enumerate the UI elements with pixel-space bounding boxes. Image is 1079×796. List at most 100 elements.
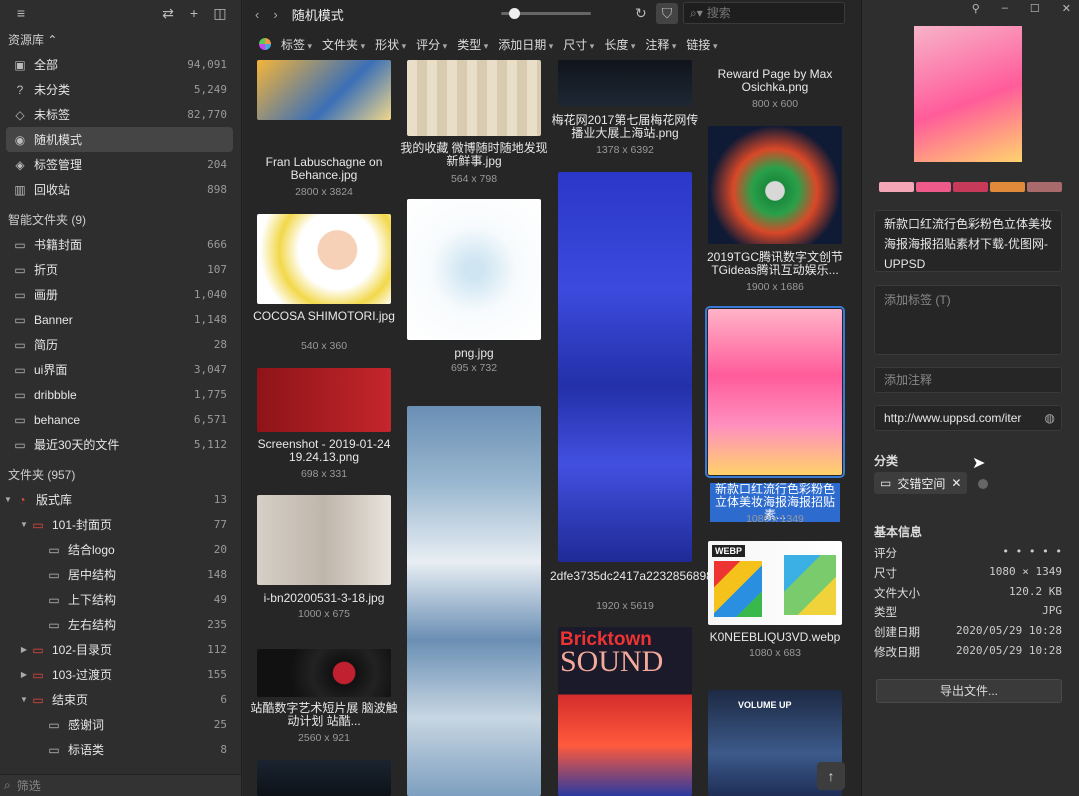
thumbnail-size-slider[interactable] xyxy=(501,8,591,19)
folder-item[interactable]: ▭ 左右结构 235 xyxy=(0,612,241,637)
filter-dropdown[interactable]: 注释 xyxy=(645,36,676,53)
smart-folder-item[interactable]: ▭ ui界面 3,047 xyxy=(0,357,241,382)
folder-item[interactable]: ▼ ◔ 版式库 13 xyxy=(0,487,241,512)
smart-folder-item[interactable]: ▭ 书籍封面 666 xyxy=(0,232,241,257)
thumbnail-selected[interactable] xyxy=(705,306,845,478)
info-value[interactable]: • • • • • xyxy=(1002,545,1062,561)
thumbnail[interactable] xyxy=(257,368,391,432)
scroll-to-top-button[interactable]: ↑ xyxy=(817,762,845,790)
sidebar-item-count: 898 xyxy=(207,183,227,196)
sidebar-item[interactable]: ◉ 随机模式 xyxy=(6,127,233,152)
smart-folders-header[interactable]: 智能文件夹 (9) xyxy=(0,206,241,232)
sync-icon[interactable]: ⇄ xyxy=(155,5,181,22)
back-icon[interactable]: ‹ xyxy=(255,7,259,22)
filter-list: 标签文件夹形状评分类型添加日期尺寸长度注释链接 xyxy=(281,36,717,53)
folders-header[interactable]: 文件夹 (957) xyxy=(0,461,241,487)
folder-item[interactable]: ▶ ▭ 102-目录页 112 xyxy=(0,637,241,662)
filter-icon[interactable]: ⛉ xyxy=(656,3,678,24)
thumbnail[interactable] xyxy=(257,60,391,120)
thumbnail[interactable] xyxy=(257,649,391,697)
export-button[interactable]: 导出文件... xyxy=(876,679,1062,703)
pin-icon[interactable]: ⚲ xyxy=(972,2,980,15)
toggle-icon[interactable]: ▶ xyxy=(18,645,30,654)
thumbnail[interactable] xyxy=(257,495,391,585)
note-field[interactable]: 添加注释 xyxy=(874,367,1062,393)
folder-item[interactable]: ▼ ▭ 101-封面页 77 xyxy=(0,512,241,537)
folder-item[interactable]: ▭ 感谢词 25 xyxy=(0,712,241,737)
slider-handle[interactable] xyxy=(509,8,520,19)
url-field[interactable]: http://www.uppsd.com/iter ◍ xyxy=(874,405,1062,431)
folder-item[interactable]: ▭ 上下结构 49 xyxy=(0,587,241,612)
folder-item[interactable]: ▭ 标语类 8 xyxy=(0,737,241,762)
palette-swatch[interactable] xyxy=(916,182,951,192)
sidebar-item[interactable]: ◇ 未标签 82,770 xyxy=(0,102,241,127)
thumbnail[interactable] xyxy=(407,199,541,340)
sidebar-item[interactable]: ◈ 标签管理 204 xyxy=(0,152,241,177)
library-header[interactable]: 资源库 ⌃ xyxy=(0,26,241,52)
category-chip[interactable]: ▭ 交错空间 ✕ xyxy=(874,472,968,494)
thumbnail[interactable] xyxy=(407,406,541,796)
add-category-icon[interactable] xyxy=(978,479,988,489)
thumbnail[interactable]: WEBP xyxy=(708,541,842,625)
folder-item[interactable]: ▶ ▭ 103-过渡页 155 xyxy=(0,662,241,687)
thumbnail[interactable] xyxy=(558,172,692,562)
thumbnail[interactable] xyxy=(708,126,842,244)
smart-folder-item[interactable]: ▭ dribbble 1,775 xyxy=(0,382,241,407)
filter-dropdown[interactable]: 类型 xyxy=(457,36,488,53)
smart-folder-item[interactable]: ▭ Banner 1,148 xyxy=(0,307,241,332)
sidebar-item[interactable]: ▣ 全部 94,091 xyxy=(0,52,241,77)
filter-dropdown[interactable]: 链接 xyxy=(686,36,717,53)
forward-icon[interactable]: › xyxy=(273,7,277,22)
add-icon[interactable]: + xyxy=(181,5,207,21)
filter-dropdown[interactable]: 添加日期 xyxy=(498,36,553,53)
sidebar-item[interactable]: ? 未分类 5,249 xyxy=(0,77,241,102)
filter-dropdown[interactable]: 尺寸 xyxy=(563,36,594,53)
filter-dropdown[interactable]: 评分 xyxy=(416,36,447,53)
remove-icon[interactable]: ✕ xyxy=(951,476,961,490)
image-preview[interactable] xyxy=(914,26,1022,162)
thumbnail[interactable]: Bricktown SOUND xyxy=(558,627,692,796)
color-filter-icon[interactable] xyxy=(259,38,271,50)
minimize-icon[interactable]: – xyxy=(1002,2,1008,15)
search-box[interactable]: ⌕▾ xyxy=(683,2,845,24)
toggle-icon[interactable]: ▼ xyxy=(18,520,30,529)
thumbnail[interactable] xyxy=(558,60,692,106)
smart-folder-item[interactable]: ▭ 简历 28 xyxy=(0,332,241,357)
folder-item[interactable]: ▼ ▭ 结束页 6 xyxy=(0,687,241,712)
thumbnail[interactable] xyxy=(257,214,391,304)
folder-item[interactable]: ▭ 居中结构 148 xyxy=(0,562,241,587)
toggle-icon[interactable]: ▶ xyxy=(18,670,30,679)
layout-toggle-icon[interactable]: ◫ xyxy=(207,5,233,22)
item-dimensions: 540 x 360 xyxy=(300,340,348,352)
palette-swatch[interactable] xyxy=(879,182,914,192)
palette-swatch[interactable] xyxy=(953,182,988,192)
search-input[interactable] xyxy=(706,6,817,20)
filter-dropdown[interactable]: 标签 xyxy=(281,36,312,53)
menu-icon[interactable]: ≡ xyxy=(8,5,34,21)
smart-folder-item[interactable]: ▭ 画册 1,040 xyxy=(0,282,241,307)
smart-folder-item[interactable]: ▭ 折页 107 xyxy=(0,257,241,282)
item-caption: 2dfe3735dc2417a2232856898ec54168a91149..… xyxy=(550,569,809,583)
filter-input[interactable]: 筛选 xyxy=(17,777,41,794)
filter-dropdown[interactable]: 文件夹 xyxy=(322,36,365,53)
maximize-icon[interactable]: ☐ xyxy=(1030,2,1040,15)
thumbnail[interactable] xyxy=(407,60,541,136)
toggle-icon[interactable]: ▼ xyxy=(18,695,30,704)
info-value: JPG xyxy=(1042,604,1062,618)
tags-field[interactable]: 添加标签 (T) xyxy=(874,285,1062,355)
toggle-icon[interactable]: ▼ xyxy=(2,495,14,504)
sidebar-item[interactable]: ▥ 回收站 898 xyxy=(0,177,241,202)
search-icon: ⌕▾ xyxy=(690,5,703,20)
filter-dropdown[interactable]: 形状 xyxy=(375,36,406,53)
folder-item[interactable]: ▭ 结合logo 20 xyxy=(0,537,241,562)
smart-folder-item[interactable]: ▭ behance 6,571 xyxy=(0,407,241,432)
globe-icon[interactable]: ◍ xyxy=(1045,410,1055,426)
title-field[interactable]: 新款口红流行色彩粉色立体美妆海报海报招贴素材下载-优图网-UPPSD xyxy=(874,210,1062,272)
filter-dropdown[interactable]: 长度 xyxy=(604,36,635,53)
palette-swatch[interactable] xyxy=(990,182,1025,192)
smart-folder-item[interactable]: ▭ 最近30天的文件 5,112 xyxy=(0,432,241,457)
palette-swatch[interactable] xyxy=(1027,182,1062,192)
close-icon[interactable]: ✕ xyxy=(1062,2,1071,15)
refresh-icon[interactable]: ↻ xyxy=(635,5,647,22)
thumbnail[interactable] xyxy=(257,760,391,796)
